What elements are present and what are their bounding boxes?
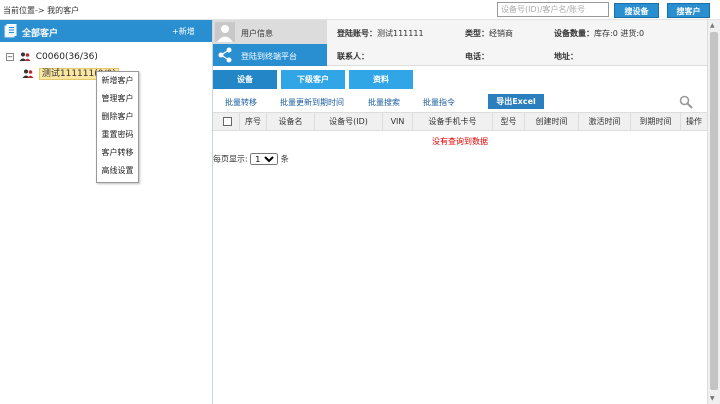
menu-item-add-customer[interactable]: 新增客户: [97, 72, 138, 90]
login-terminal-tab-label: 登陆到终端平台: [241, 52, 297, 61]
menu-item-transfer-customer[interactable]: 客户转移: [97, 144, 138, 162]
column-header[interactable]: 序号: [240, 113, 267, 130]
type-field: 类型：经销商: [465, 29, 513, 38]
device-count-field: 设备数量：库存:0 进货:0: [554, 29, 645, 38]
column-header[interactable]: 到期时间: [631, 113, 681, 130]
batch-search-link[interactable]: 批量搜索: [368, 97, 400, 108]
column-header[interactable]: 设备名: [267, 113, 315, 130]
main-content: 用户信息 登陆账号：测试111111 类型：经销商 设备数量：库存:0 进货:0…: [213, 20, 707, 404]
device-table-header: 序号 设备名 设备号(ID) VIN 设备手机卡号 型号 创建时间 激活时间 到…: [213, 112, 707, 131]
tab-devices[interactable]: 设备: [213, 70, 277, 89]
login-info-row: 登陆到终端平台 联系人： 电话： 地址：: [213, 44, 707, 66]
column-header[interactable]: 设备号(ID): [315, 113, 383, 130]
scroll-thumb[interactable]: [710, 32, 718, 390]
scroll-down-icon[interactable]: ▼: [710, 395, 715, 402]
search-input[interactable]: [497, 2, 609, 17]
column-header[interactable]: 操作: [681, 113, 707, 130]
menu-item-advanced-settings[interactable]: 高线设置: [97, 162, 138, 180]
column-header[interactable]: 激活时间: [579, 113, 631, 130]
sidebar-header: 全部客户 +新增: [0, 20, 212, 42]
customer-list-icon: [4, 24, 17, 38]
address-field: 地址：: [554, 52, 578, 61]
batch-transfer-link[interactable]: 批量转移: [225, 97, 257, 108]
user-info-tab-label: 用户信息: [241, 29, 273, 38]
pagination: 每页显示: 10 条: [213, 153, 289, 165]
user-info-row: 用户信息 登陆账号：测试111111 类型：经销商 设备数量：库存:0 进货:0: [213, 20, 707, 44]
add-customer-link[interactable]: +新增: [172, 26, 195, 37]
per-page-select[interactable]: 10: [250, 153, 279, 165]
select-all-checkbox[interactable]: [223, 117, 232, 126]
scroll-up-icon[interactable]: ▲: [710, 22, 715, 29]
search-device-button[interactable]: 搜设备: [614, 3, 659, 18]
login-terminal-tab[interactable]: 登陆到终端平台: [213, 44, 327, 66]
column-header[interactable]: 设备手机卡号: [413, 113, 493, 130]
contact-field: 联系人：: [337, 52, 369, 61]
select-all-cell: [213, 113, 240, 130]
tree-node-root[interactable]: − C0060(36/36): [6, 52, 98, 62]
collapse-icon[interactable]: −: [6, 52, 14, 61]
tree-root-label: C0060(36/36): [35, 52, 98, 62]
login-account-field: 登陆账号：测试111111: [337, 29, 424, 38]
user-info-tab[interactable]: 用户信息: [213, 20, 327, 44]
per-page-suffix: 条: [280, 154, 289, 164]
empty-table-message: 没有查询到数据: [432, 137, 488, 146]
column-header[interactable]: 型号: [493, 113, 525, 130]
batch-toolbar: 批量转移 批量更新到期时间 批量搜索 批量指令 导出Excel: [213, 93, 707, 111]
share-icon: [218, 47, 232, 63]
export-excel-button[interactable]: 导出Excel: [488, 94, 544, 109]
menu-item-manage-customer[interactable]: 管理客户: [97, 90, 138, 108]
search-customer-button[interactable]: 搜客户: [667, 3, 710, 18]
sidebar-title: 全部客户: [22, 29, 59, 39]
batch-command-link[interactable]: 批量指令: [423, 97, 455, 108]
phone-field: 电话：: [465, 52, 489, 61]
column-header[interactable]: 创建时间: [525, 113, 579, 130]
batch-update-expiry-link[interactable]: 批量更新到期时间: [280, 97, 344, 108]
tab-profile[interactable]: 资料: [349, 70, 413, 89]
search-icon[interactable]: [679, 95, 693, 109]
per-page-label: 每页显示:: [213, 154, 248, 164]
menu-item-delete-customer[interactable]: 删除客户: [97, 108, 138, 126]
context-menu: 新增客户 管理客户 删除客户 重置密码 客户转移 高线设置: [96, 71, 139, 183]
user-icon: [22, 69, 34, 78]
tab-sub-customers[interactable]: 下级客户: [281, 70, 345, 89]
vertical-scrollbar[interactable]: ▲ ▼: [707, 20, 720, 404]
users-icon: [19, 52, 31, 61]
top-bar: 当前位置-> 我的客户 搜设备 搜客户: [0, 0, 720, 20]
user-avatar-icon: [215, 22, 235, 42]
menu-item-reset-password[interactable]: 重置密码: [97, 126, 138, 144]
column-header[interactable]: VIN: [383, 113, 413, 130]
breadcrumb: 当前位置-> 我的客户: [3, 6, 80, 15]
